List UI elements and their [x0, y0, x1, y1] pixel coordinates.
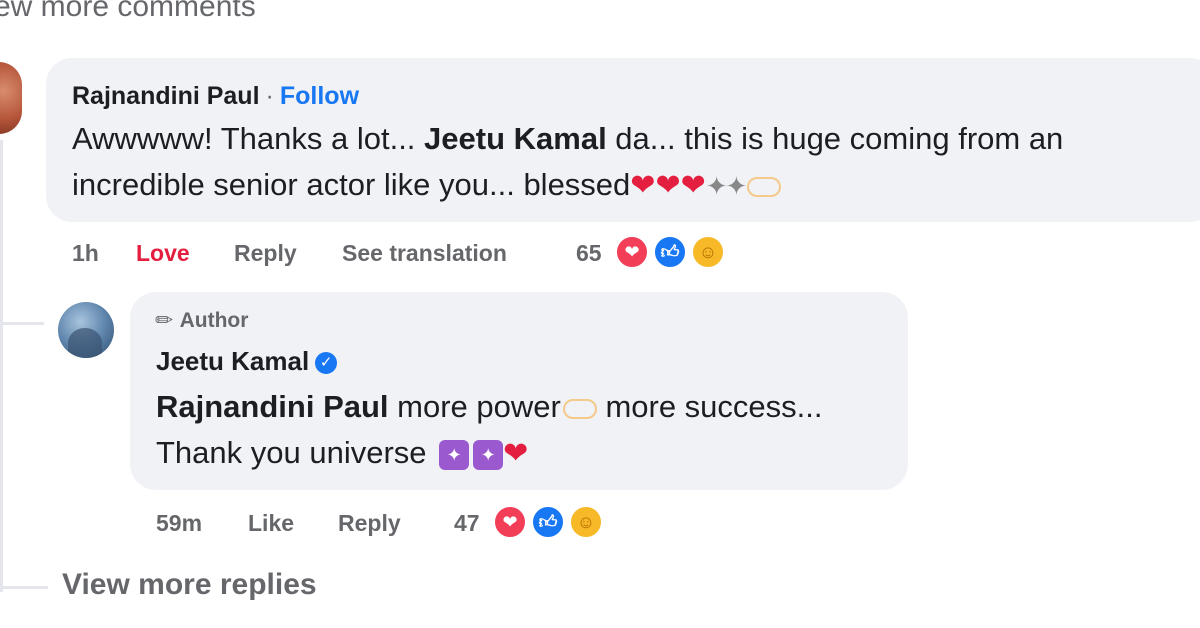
pray-icon: ✦ — [439, 439, 470, 470]
like-reaction-icon: 👍︎ — [530, 504, 566, 540]
pray-icon: ✦ — [473, 439, 504, 470]
comment-text: Awwwww! Thanks a lot... Jeetu Kamal da..… — [72, 116, 1182, 209]
reply-text-part: Thank you universe — [156, 435, 436, 470]
view-more-comments-link[interactable]: ew more comments — [0, 0, 256, 24]
heart-icon: ❤ — [655, 169, 681, 202]
reply-button[interactable]: Reply — [234, 240, 297, 267]
reaction-summary[interactable]: 47 ❤ 👍︎ ☺ — [454, 502, 624, 546]
heart-icon: ❤ — [630, 169, 656, 202]
view-more-replies-link[interactable]: View more replies — [62, 568, 317, 602]
reply-button[interactable]: Reply — [338, 510, 401, 537]
care-reaction-icon: ☺ — [690, 234, 726, 270]
reply-text-part: more success... — [596, 389, 823, 424]
author-badge-label: Author — [179, 309, 249, 332]
folded-hands-icon — [747, 176, 782, 197]
reply-time[interactable]: 59m — [156, 510, 202, 537]
author-badge: ✎Author — [150, 306, 249, 335]
comment-author-name[interactable]: Rajnandini Paul — [72, 82, 260, 110]
comment-text-part: Awwwww! Thanks a lot... — [72, 121, 425, 156]
care-reaction-icon: ☺ — [568, 504, 604, 540]
reply-author-name[interactable]: Jeetu Kamal — [156, 346, 309, 376]
like-reaction-icon: 👍︎ — [652, 234, 688, 270]
mention-link[interactable]: Jeetu Kamal — [424, 121, 607, 156]
thread-branch — [0, 586, 48, 589]
comment-header: Rajnandini Paul · Follow — [72, 82, 359, 111]
heart-icon: ❤ — [680, 169, 706, 202]
follow-button[interactable]: Follow — [280, 82, 359, 110]
reply-text: Rajnandini Paul more power more success.… — [156, 384, 896, 477]
reply-author: Jeetu Kamal ✓ — [156, 346, 338, 377]
thread-line — [0, 140, 3, 592]
verified-badge-icon: ✓ — [315, 352, 338, 375]
reaction-count: 65 — [576, 240, 602, 266]
love-reaction-button[interactable]: Love — [136, 240, 190, 267]
like-button[interactable]: Like — [248, 510, 294, 537]
comment-time[interactable]: 1h — [72, 240, 99, 267]
sparkles-icon: ✦✦ — [705, 171, 748, 201]
avatar[interactable] — [58, 302, 114, 358]
see-translation-button[interactable]: See translation — [342, 240, 507, 267]
love-reaction-icon: ❤ — [614, 234, 650, 270]
reaction-count: 47 — [454, 510, 480, 536]
mention-link[interactable]: Rajnandini Paul — [156, 389, 389, 424]
avatar[interactable] — [0, 62, 22, 134]
reaction-summary[interactable]: 65 ❤ 👍︎ ☺ — [574, 232, 744, 276]
thread-branch — [0, 322, 44, 325]
reply-text-part: more power — [388, 389, 561, 424]
love-reaction-icon: ❤ — [492, 504, 528, 540]
heart-icon: ❤ — [503, 437, 529, 470]
separator: · — [265, 82, 274, 110]
folded-hands-icon — [562, 398, 597, 419]
